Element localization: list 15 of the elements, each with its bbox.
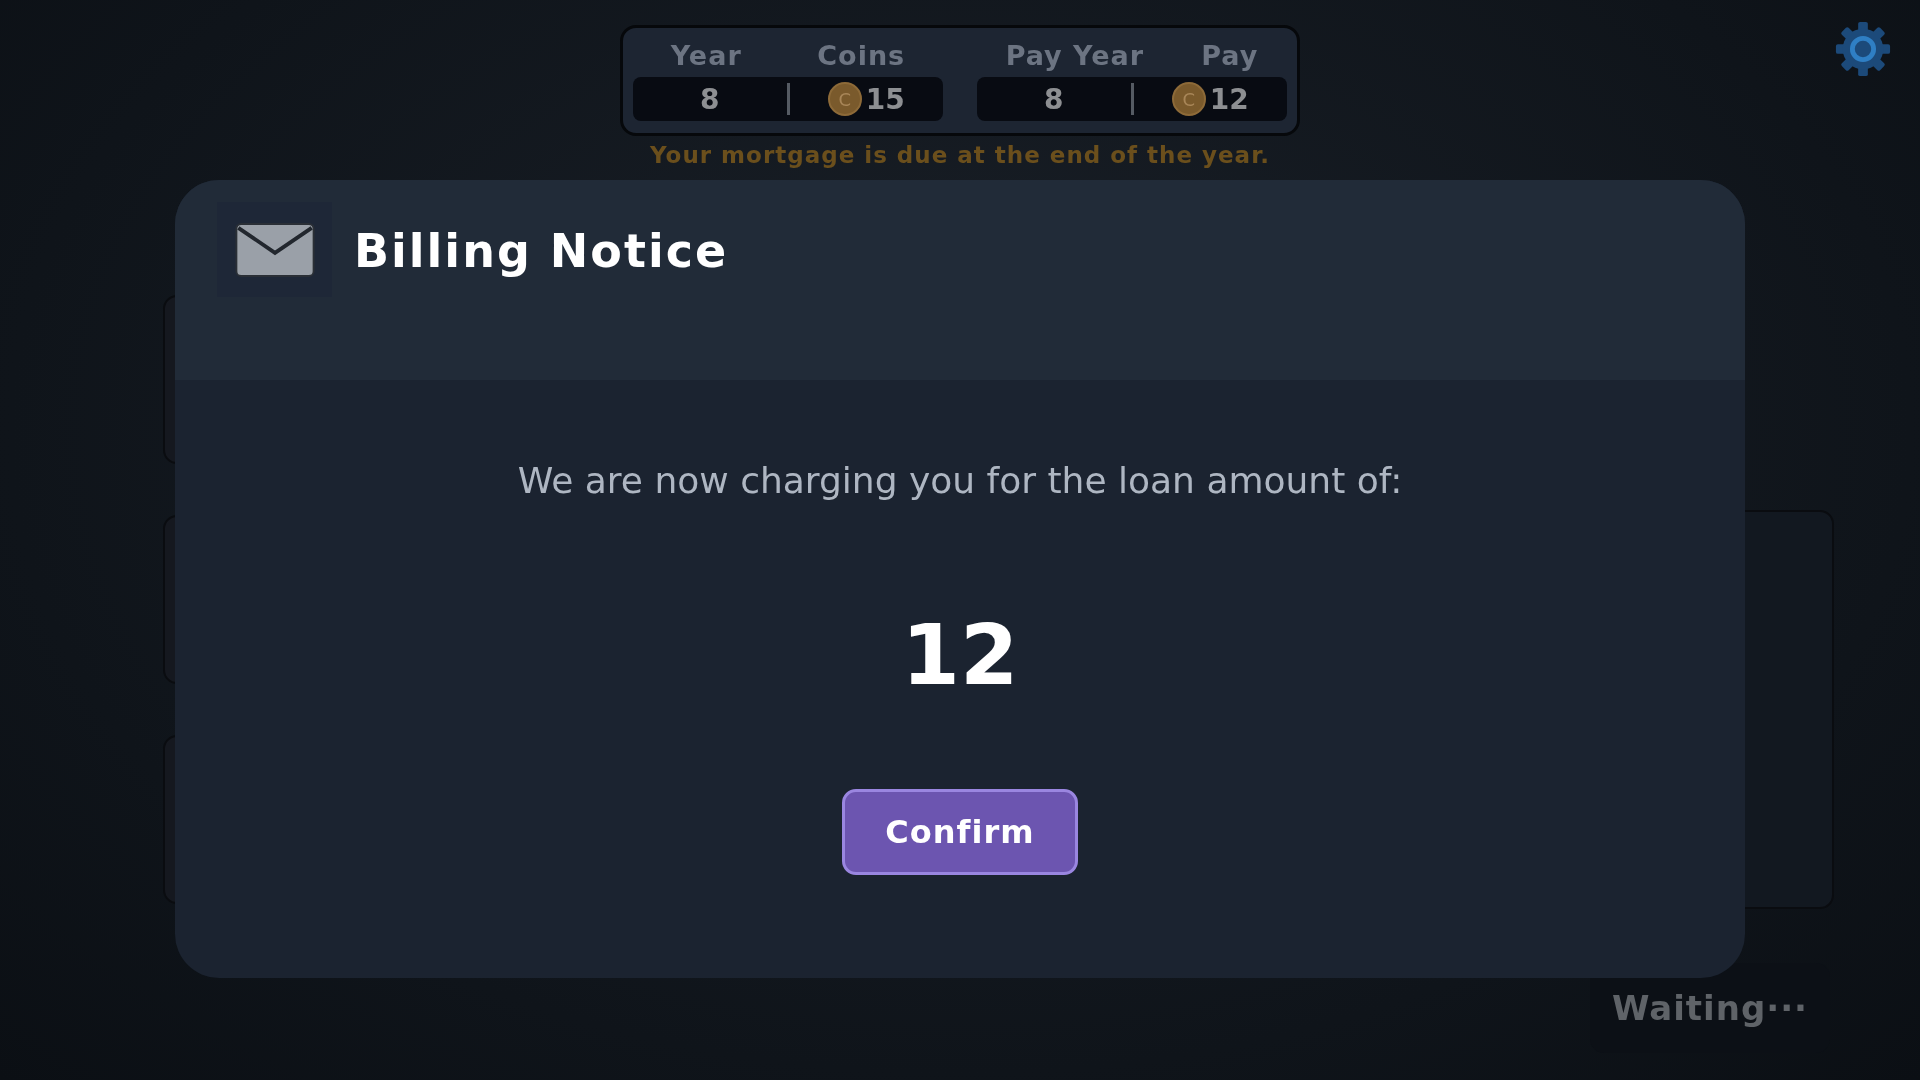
stat-value: 8 <box>700 82 720 116</box>
stat-label: Pay <box>1201 40 1259 71</box>
stat-label: Pay Year <box>1005 40 1144 71</box>
stat-value: 12 <box>1209 82 1249 116</box>
stat-value: 8 <box>1044 82 1064 116</box>
stat-value: 15 <box>865 82 905 116</box>
dialog-message: We are now charging you for the loan amount of: <box>517 460 1403 501</box>
stat-label: Year <box>670 40 742 71</box>
loan-amount: 12 <box>901 606 1019 704</box>
stat-label: Coins <box>817 40 906 71</box>
envelope-icon <box>233 221 316 278</box>
confirm-button[interactable]: Confirm <box>842 789 1078 875</box>
mortgage-notice: Your mortgage is due at the end of the year. <box>650 142 1270 168</box>
dialog-title: Billing Notice <box>354 224 729 278</box>
settings-icon[interactable] <box>1834 20 1892 78</box>
